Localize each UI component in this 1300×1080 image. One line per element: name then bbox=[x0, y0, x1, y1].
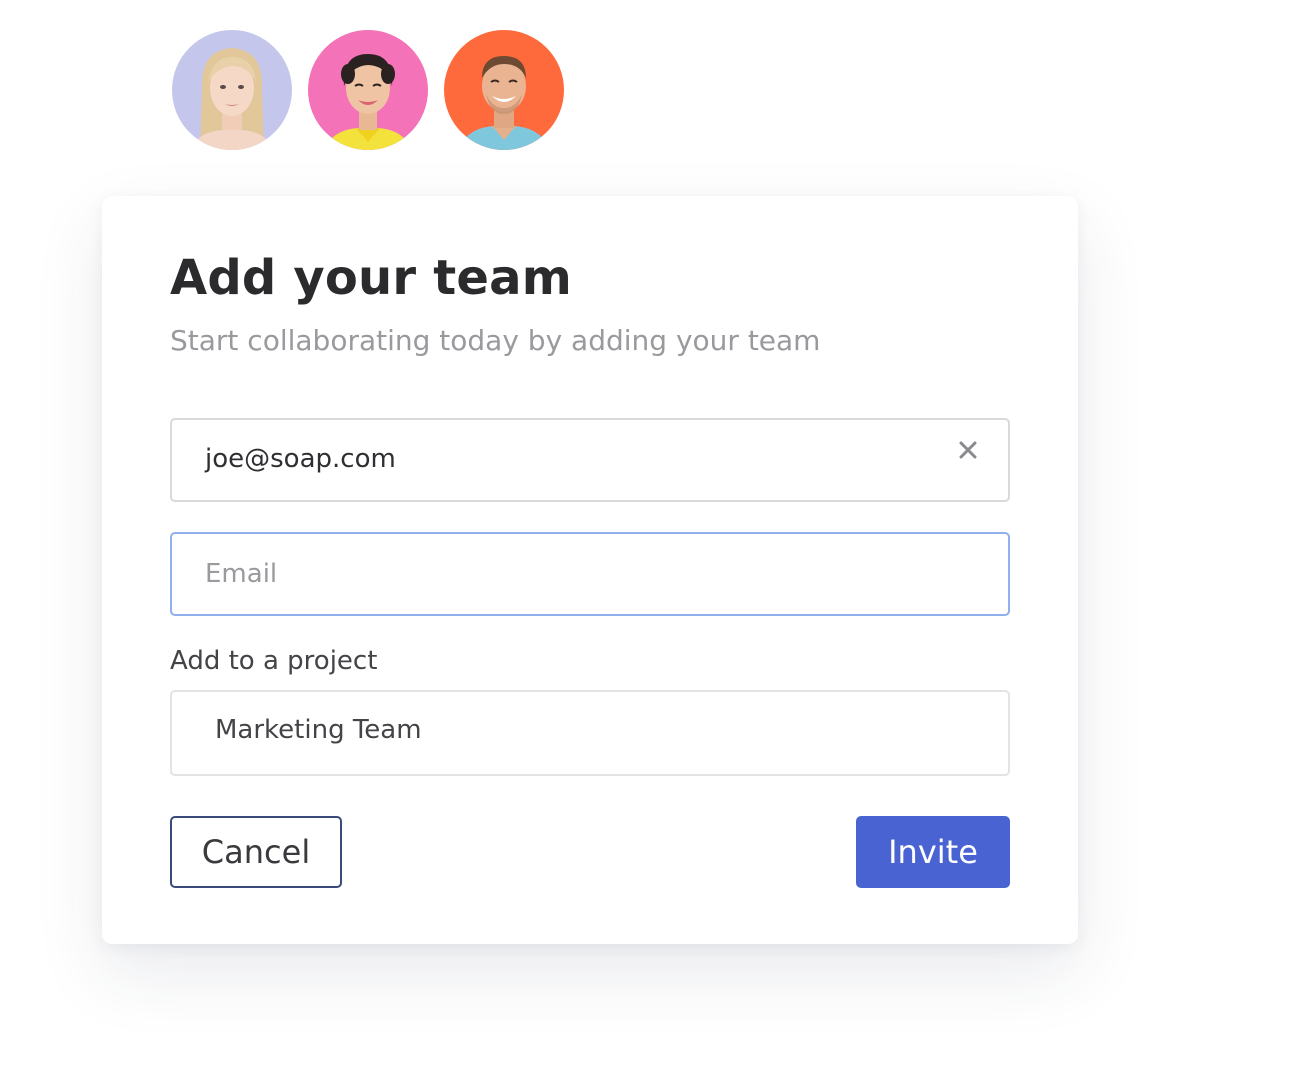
project-selected-value: Marketing Team bbox=[215, 715, 422, 745]
page: Add your team Start collaborating today … bbox=[0, 0, 1300, 1080]
avatar-man-smiling bbox=[444, 30, 564, 150]
avatar-woman-dark-hair bbox=[308, 30, 428, 150]
dialog-title: Add your team bbox=[170, 250, 572, 306]
project-label: Add to a project bbox=[170, 646, 378, 676]
entered-email-value: joe@soap.com bbox=[205, 444, 396, 474]
close-icon bbox=[959, 441, 977, 463]
team-avatars bbox=[172, 30, 564, 150]
clear-email-button[interactable] bbox=[954, 438, 982, 466]
invite-button[interactable]: Invite bbox=[856, 816, 1010, 888]
add-team-dialog: Add your team Start collaborating today … bbox=[102, 196, 1078, 944]
email-input[interactable] bbox=[172, 534, 1008, 614]
entered-email-field[interactable]: joe@soap.com bbox=[170, 418, 1010, 502]
project-select[interactable]: Marketing Team bbox=[170, 690, 1010, 776]
cancel-button[interactable]: Cancel bbox=[170, 816, 342, 888]
email-field[interactable] bbox=[170, 532, 1010, 616]
dialog-subtitle: Start collaborating today by adding your… bbox=[170, 324, 821, 357]
avatar-woman-blonde bbox=[172, 30, 292, 150]
